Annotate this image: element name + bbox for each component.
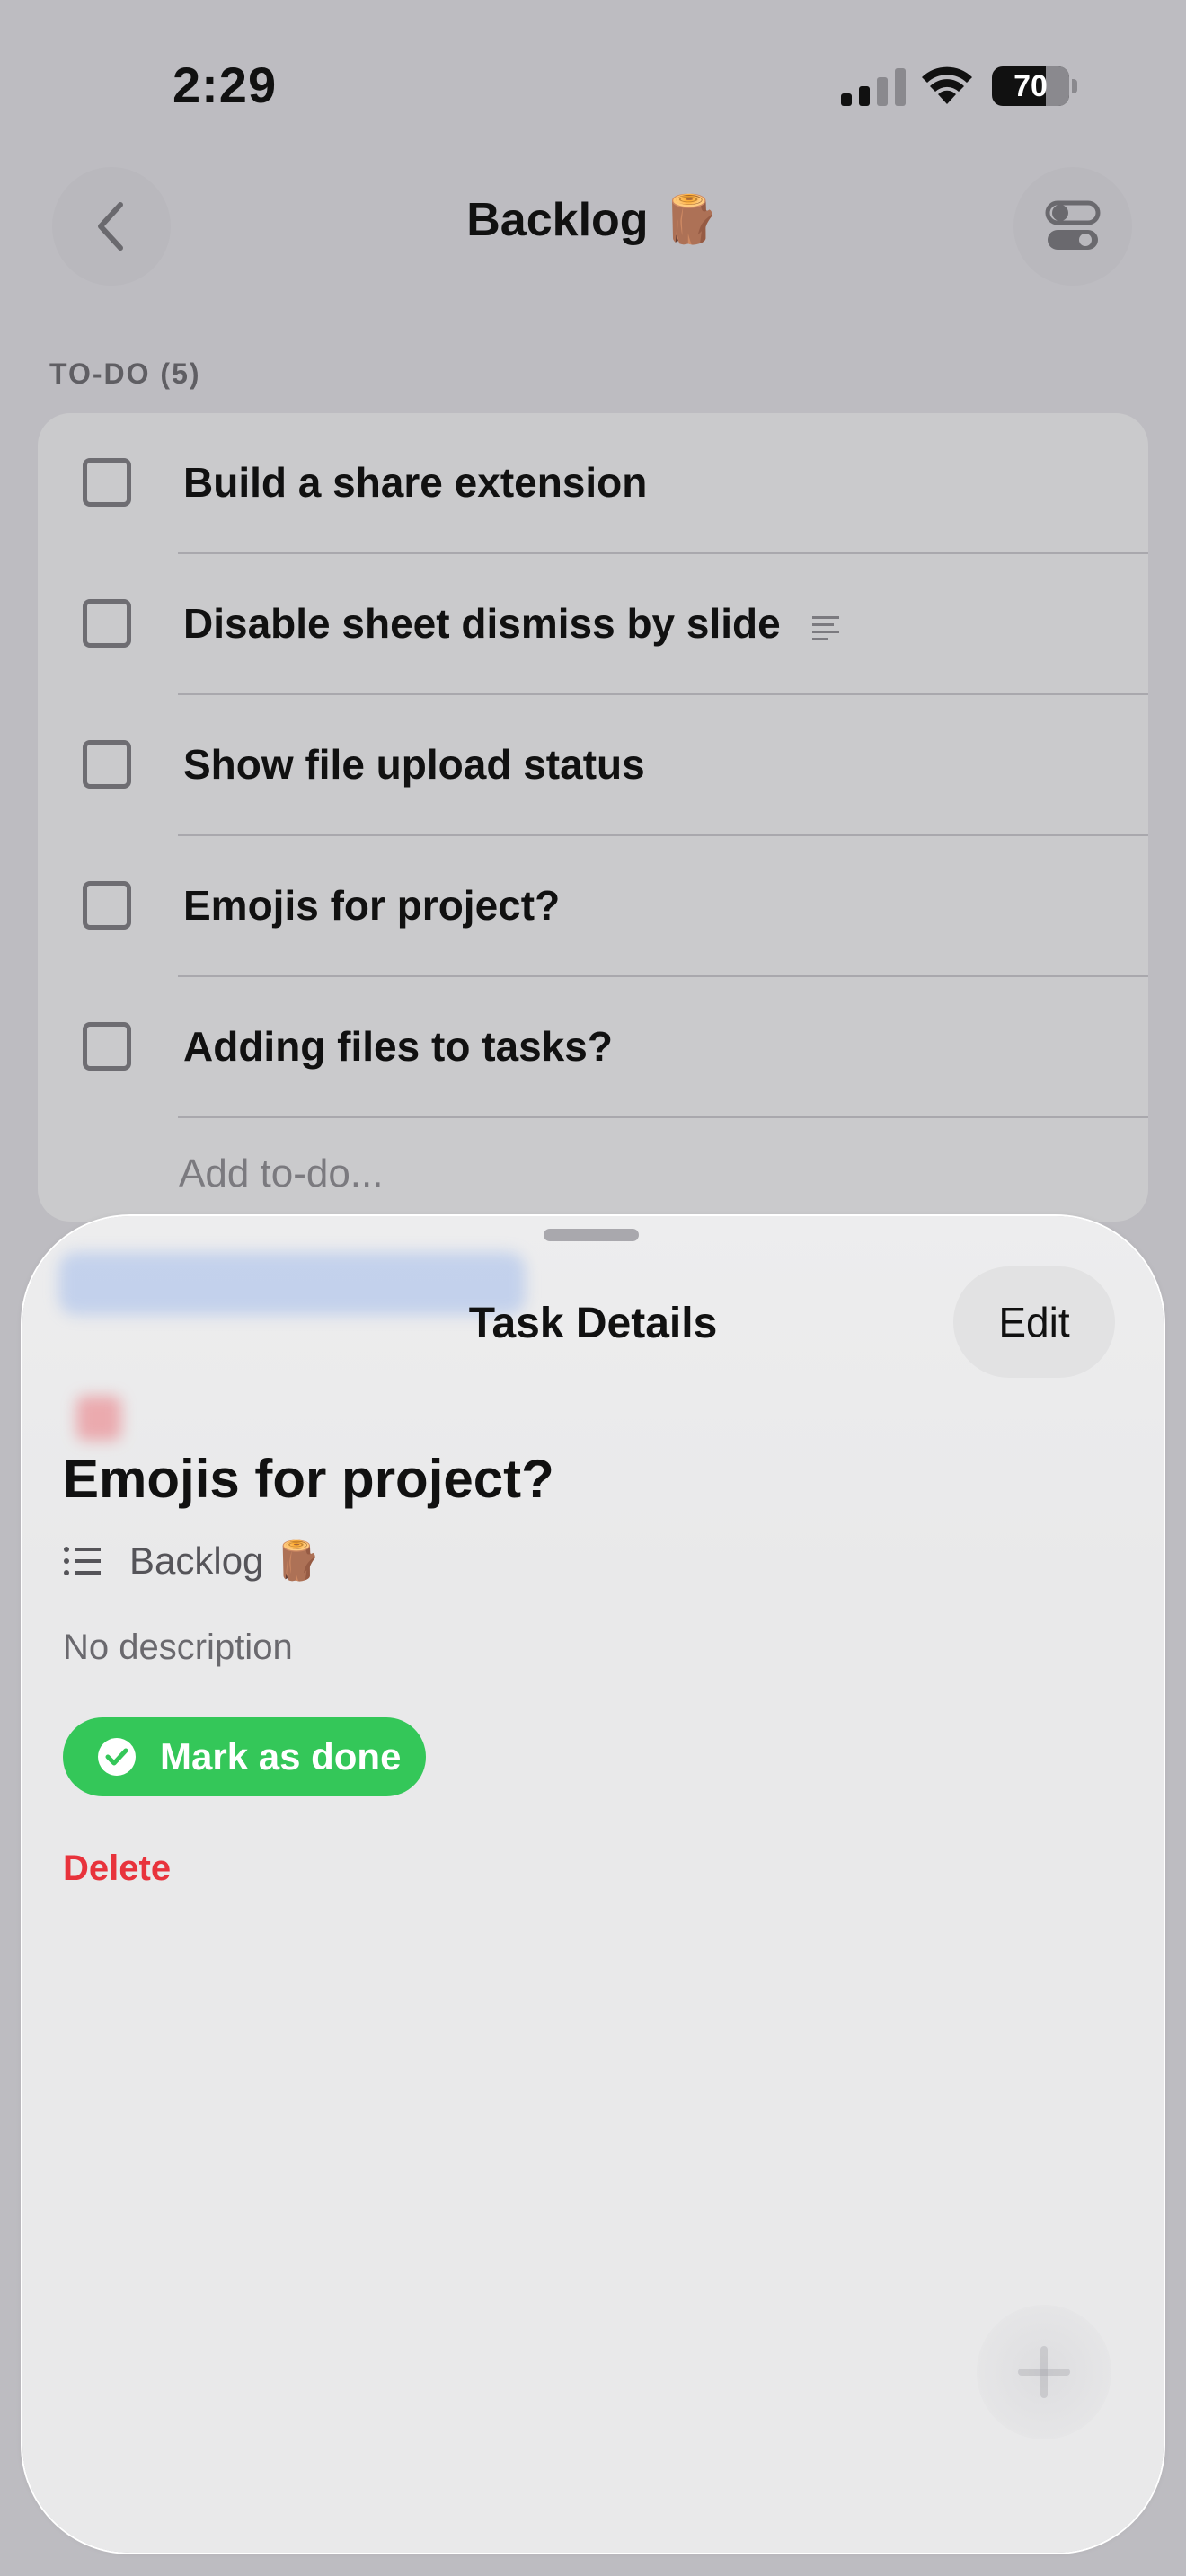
- todo-list: Build a share extension Disable sheet di…: [38, 413, 1148, 1222]
- back-button[interactable]: [52, 167, 171, 286]
- checkmark-circle-icon: [98, 1738, 136, 1776]
- todo-label: Adding files to tasks?: [183, 1023, 613, 1070]
- todo-label: Disable sheet dismiss by slide: [183, 600, 781, 647]
- task-project[interactable]: Backlog 🪵: [63, 1534, 321, 1588]
- mark-as-done-label: Mark as done: [160, 1735, 402, 1778]
- toggles-icon: [1045, 200, 1101, 250]
- list-item[interactable]: Build a share extension: [38, 413, 1148, 554]
- project-label: Backlog 🪵: [129, 1539, 322, 1582]
- task-description: No description: [63, 1628, 293, 1667]
- wifi-icon: [922, 66, 972, 104]
- status-time: 2:29: [173, 57, 278, 113]
- list-item[interactable]: Show file upload status: [38, 695, 1148, 836]
- notes-icon: [811, 615, 839, 640]
- delete-button[interactable]: Delete: [63, 1848, 171, 1889]
- todo-label-wrap: Disable sheet dismiss by slide: [183, 599, 843, 648]
- todo-checkbox[interactable]: [83, 881, 131, 930]
- task-details-sheet: Task Details Edit Emojis for project? Ba…: [22, 1216, 1164, 2553]
- list-item[interactable]: Disable sheet dismiss by slide: [38, 554, 1148, 695]
- list-item[interactable]: Adding files to tasks?: [38, 977, 1148, 1118]
- list-icon: [64, 1547, 101, 1575]
- list-item[interactable]: Emojis for project?: [38, 836, 1148, 977]
- todo-checkbox[interactable]: [83, 1022, 131, 1071]
- page-title: Backlog 🪵: [466, 194, 720, 246]
- blurred-content: [76, 1396, 121, 1441]
- todo-checkbox[interactable]: [83, 740, 131, 789]
- todo-label: Emojis for project?: [183, 882, 561, 929]
- sheet-grabber[interactable]: [544, 1229, 639, 1241]
- battery-level: 70: [1013, 69, 1048, 103]
- view-options-button[interactable]: [1013, 167, 1132, 286]
- section-header-todo: TO-DO (5): [49, 357, 201, 390]
- todo-label: Show file upload status: [183, 741, 645, 788]
- mark-as-done-button[interactable]: Mark as done: [63, 1717, 426, 1796]
- battery-icon: 70: [992, 66, 1078, 106]
- cellular-signal-icon: [841, 68, 906, 106]
- divider: [178, 1116, 1148, 1118]
- task-title: Emojis for project?: [63, 1449, 554, 1509]
- add-button[interactable]: [977, 2305, 1111, 2439]
- status-bar: 2:29 70: [0, 0, 1186, 171]
- add-todo-input[interactable]: Add to-do...: [179, 1151, 383, 1196]
- edit-button[interactable]: Edit: [953, 1266, 1115, 1378]
- chevron-left-icon: [98, 202, 123, 251]
- plus-icon: [1018, 2346, 1070, 2398]
- sheet-title: Task Details: [468, 1300, 718, 1347]
- todo-checkbox[interactable]: [83, 458, 131, 507]
- todo-label: Build a share extension: [183, 459, 648, 506]
- todo-checkbox[interactable]: [83, 599, 131, 648]
